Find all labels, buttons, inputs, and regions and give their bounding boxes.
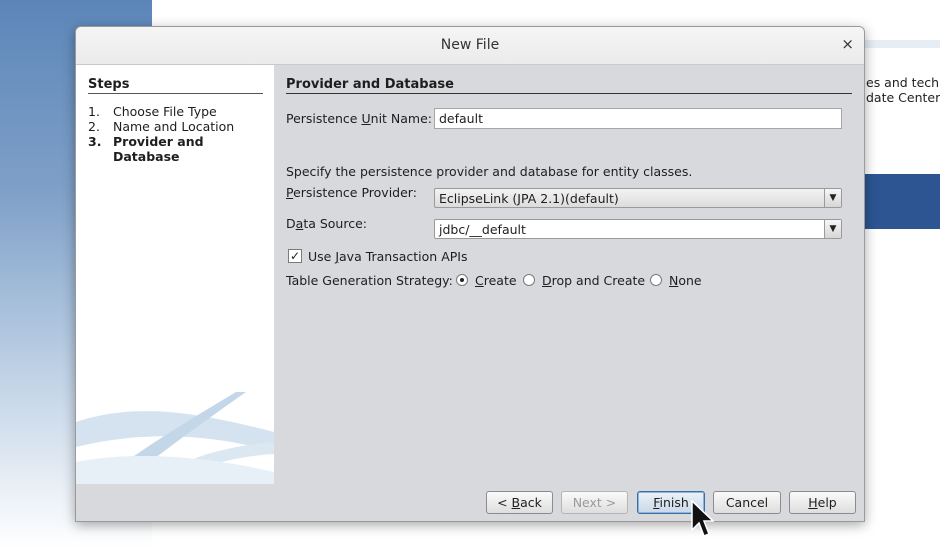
strategy-drop-create-radio[interactable] — [523, 274, 535, 286]
dialog-titlebar[interactable]: New File × — [76, 27, 864, 65]
label-text: Persistence — [286, 111, 362, 126]
label-text: nit Name: — [370, 111, 432, 126]
back-button[interactable]: < Back — [486, 491, 553, 514]
button-mnemonic: H — [808, 495, 818, 510]
chevron-down-icon[interactable]: ▼ — [824, 189, 841, 207]
steps-panel: Steps 1. Choose File Type 2. Name and Lo… — [76, 65, 274, 484]
section-title: Provider and Database — [286, 77, 454, 92]
description-text: Specify the persistence provider and dat… — [286, 164, 693, 179]
unit-name-input[interactable]: default — [434, 108, 842, 129]
label-mnemonic: N — [669, 273, 679, 288]
datasource-combobox[interactable]: jdbc/__default ▼ — [434, 219, 842, 239]
step-number: 3. — [88, 134, 102, 149]
button-text: Cancel — [725, 495, 769, 510]
step-number: 1. — [88, 104, 100, 119]
button-text: elp — [817, 495, 837, 510]
button-text: < — [497, 495, 512, 510]
label-mnemonic: D — [542, 273, 552, 288]
label-text: rop and Create — [551, 273, 646, 288]
label-mnemonic: C — [475, 273, 484, 288]
next-button[interactable]: Next > — [561, 491, 628, 514]
step-item: 1. Choose File Type — [88, 104, 268, 119]
label-text: one — [678, 273, 702, 288]
step-label: Choose File Type — [113, 104, 217, 119]
datasource-label: Data Source: — [286, 216, 367, 231]
provider-label: Persistence Provider: — [286, 185, 417, 200]
jta-checkbox-label[interactable]: Use Java Transaction APIs — [308, 249, 467, 264]
jta-checkbox[interactable]: ✓ — [288, 249, 302, 263]
button-text: ack — [520, 495, 542, 510]
strategy-none-label[interactable]: None — [669, 273, 702, 288]
background-banner — [862, 174, 940, 229]
swoosh-decoration-icon — [76, 392, 274, 484]
label-text: reate — [483, 273, 517, 288]
label-text: Use — [308, 249, 336, 264]
new-file-dialog: New File × Steps 1. Choose File Type 2. … — [75, 26, 865, 522]
label-text: ta Source: — [303, 216, 367, 231]
background-text-line: es and techr — [866, 75, 940, 90]
steps-divider — [88, 93, 263, 94]
steps-list: 1. Choose File Type 2. Name and Location… — [88, 104, 268, 164]
label-mnemonic: U — [361, 111, 371, 126]
step-number: 2. — [88, 119, 100, 134]
steps-title: Steps — [88, 77, 130, 92]
provider-database-panel: Provider and Database Persistence Unit N… — [274, 65, 864, 484]
chevron-down-icon[interactable]: ▼ — [824, 220, 841, 238]
label-text: ersistence Provider: — [293, 185, 417, 200]
step-label: Name and Location — [113, 119, 235, 134]
datasource-value: jdbc/__default — [439, 222, 526, 237]
strategy-label: Table Generation Strategy: — [286, 273, 453, 288]
button-mnemonic: B — [511, 495, 521, 510]
strategy-drop-create-label[interactable]: Drop and Create — [542, 273, 645, 288]
strategy-create-label[interactable]: Create — [475, 273, 517, 288]
step-item-current: 3. Provider and Database — [88, 134, 268, 164]
button-text: inish — [659, 495, 689, 510]
mouse-cursor-icon — [691, 500, 714, 537]
section-divider — [286, 93, 852, 94]
help-button[interactable]: Help — [789, 491, 856, 514]
dialog-title: New File — [440, 37, 500, 53]
button-text: Next > — [572, 495, 617, 510]
background-app-header — [152, 0, 940, 26]
label-text: D — [286, 216, 296, 231]
unit-name-label: Persistence Unit Name: — [286, 111, 432, 126]
strategy-none-radio[interactable] — [650, 274, 662, 286]
step-label: Provider and Database — [113, 134, 204, 164]
step-item: 2. Name and Location — [88, 119, 268, 134]
provider-select[interactable]: EclipseLink (JPA 2.1)(default) ▼ — [434, 188, 842, 208]
label-text: ava Transaction APIs — [339, 249, 468, 264]
provider-value: EclipseLink (JPA 2.1)(default) — [439, 191, 619, 206]
strategy-create-radio[interactable] — [456, 274, 468, 286]
close-icon[interactable]: × — [841, 35, 854, 53]
cancel-button[interactable]: Cancel — [713, 491, 781, 514]
background-text-line: date Center. — [866, 90, 940, 105]
background-divider — [862, 40, 940, 48]
dialog-footer: < Back Next > Finish Cancel Help — [76, 484, 864, 521]
